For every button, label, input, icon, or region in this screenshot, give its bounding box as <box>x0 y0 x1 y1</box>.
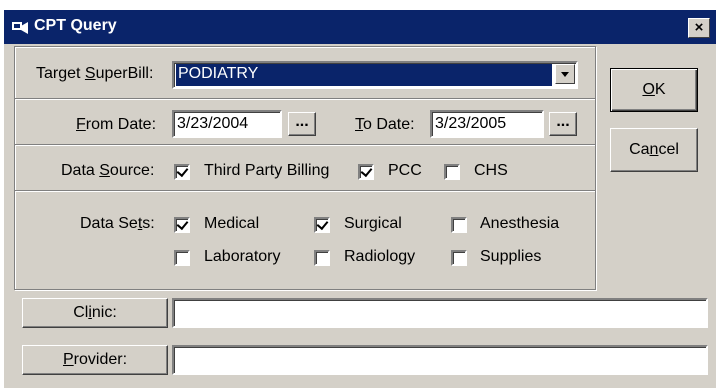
supplies-label: Supplies <box>480 248 542 265</box>
superbill-value: PODIATRY <box>176 64 552 86</box>
provider-button[interactable]: Provider: <box>22 345 168 375</box>
to-date-input[interactable]: 3/23/2005 <box>430 110 544 138</box>
chs-checkbox[interactable] <box>444 164 460 180</box>
cpt-query-dialog: CPT Query × Target SuperBill: PODIATRY F… <box>4 10 716 388</box>
third-party-billing-label: Third Party Billing <box>204 162 330 179</box>
radiology-checkbox[interactable] <box>314 250 330 266</box>
third-party-billing-checkbox[interactable] <box>174 164 190 180</box>
close-icon: × <box>694 19 704 36</box>
chevron-down-icon[interactable] <box>555 64 575 84</box>
pcc-checkbox[interactable] <box>358 164 374 180</box>
laboratory-label: Laboratory <box>204 248 281 265</box>
from-date-label: From Date: <box>76 116 157 133</box>
to-date-label: To Date: <box>355 116 415 133</box>
cancel-button[interactable]: Cancel <box>610 128 698 172</box>
laboratory-checkbox[interactable] <box>174 250 190 266</box>
medical-checkbox[interactable] <box>174 217 190 233</box>
supplies-checkbox[interactable] <box>451 250 467 266</box>
surgical-checkbox[interactable] <box>314 217 330 233</box>
pcc-label: PCC <box>388 162 422 179</box>
ok-button[interactable]: OK <box>610 68 698 112</box>
anesthesia-checkbox[interactable] <box>451 217 467 233</box>
from-date-browse-button[interactable]: ... <box>288 112 316 136</box>
superbill-label: Target SuperBill: <box>36 65 154 82</box>
divider <box>15 98 595 100</box>
data-source-label: Data Source: <box>61 162 155 179</box>
superbill-select[interactable]: PODIATRY <box>172 61 578 89</box>
clinic-button[interactable]: Clinic: <box>22 298 168 328</box>
to-date-browse-button[interactable]: ... <box>549 112 577 136</box>
close-button[interactable]: × <box>688 18 710 38</box>
chs-label: CHS <box>474 162 508 179</box>
clinic-field[interactable] <box>172 298 708 328</box>
data-sets-label: Data Sets: <box>80 215 155 232</box>
provider-field[interactable] <box>172 345 708 375</box>
to-date-value: 3/23/2005 <box>435 115 507 132</box>
divider <box>15 190 595 192</box>
anesthesia-label: Anesthesia <box>480 215 560 232</box>
divider <box>15 144 595 146</box>
window-title: CPT Query <box>34 17 117 34</box>
radiology-label: Radiology <box>344 248 416 265</box>
title-bar: CPT Query × <box>4 10 716 44</box>
from-date-input[interactable]: 3/23/2004 <box>172 110 282 138</box>
medical-label: Medical <box>204 215 260 232</box>
from-date-value: 3/23/2004 <box>177 115 249 132</box>
surgical-label: Surgical <box>344 215 402 232</box>
app-icon <box>12 22 28 34</box>
